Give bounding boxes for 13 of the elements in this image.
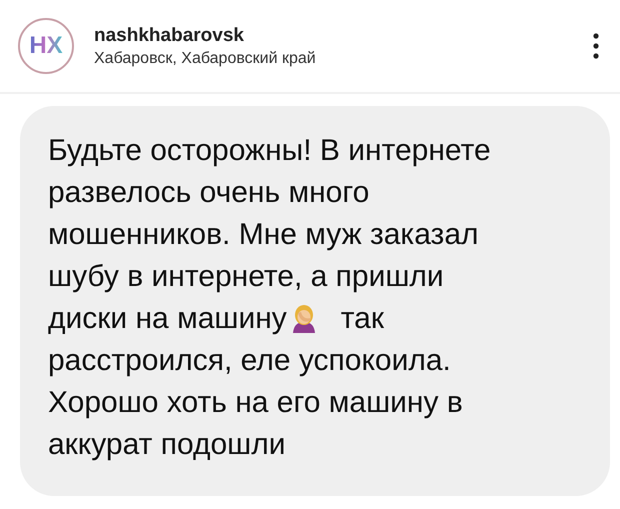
message-line: развелось очень много bbox=[48, 175, 370, 211]
avatar-logo[interactable]: HX bbox=[18, 18, 74, 74]
message-line: Будьте осторожны! В интернете bbox=[48, 133, 491, 169]
message-line: шубу в интернете, а пришли bbox=[48, 259, 444, 295]
location[interactable]: Хабаровск, Хабаровский край bbox=[94, 50, 592, 68]
message-line: диски на машину bbox=[48, 301, 287, 337]
message-line: мошенников. Мне муж заказал bbox=[48, 217, 479, 253]
message-line: аккурат подошли bbox=[48, 427, 286, 463]
message-line: Хорошо хоть на его машину в bbox=[48, 385, 463, 421]
message-line: расстроился, еле успокоила. bbox=[48, 343, 451, 379]
message-line: так bbox=[340, 301, 384, 337]
more-options-icon[interactable] bbox=[592, 33, 600, 59]
username[interactable]: nashkhabarovsk bbox=[94, 24, 592, 46]
